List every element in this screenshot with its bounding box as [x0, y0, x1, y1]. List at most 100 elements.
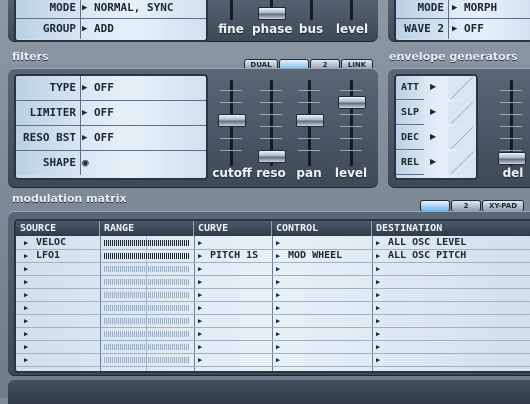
- filter-reso-bst-label: RESO BST: [16, 126, 81, 150]
- range-bar[interactable]: [104, 344, 190, 350]
- mod-matrix-table: SOURCE RANGE CURVE CONTROL DESTINATION ▶…: [14, 219, 530, 373]
- phase-fader[interactable]: [256, 0, 286, 20]
- triangle-right-icon: ▶: [276, 291, 281, 299]
- envelope-title: envelope generators: [389, 50, 518, 63]
- triangle-right-icon: ▶: [376, 317, 381, 325]
- destination-value: ALL OSC LEVEL: [388, 237, 467, 248]
- reso-fader[interactable]: [256, 80, 286, 166]
- range-bar[interactable]: [104, 266, 190, 272]
- triangle-right-icon: ▶: [276, 343, 281, 351]
- att-curve-icon: [448, 77, 476, 99]
- osc-group-row[interactable]: GROUP ▶ ADD: [16, 19, 206, 39]
- range-bar[interactable]: [104, 331, 190, 337]
- filter-type-row[interactable]: TYPE ▶ OFF: [16, 76, 206, 101]
- osc2-wave-row[interactable]: WAVE 2 ▶ OFF: [396, 19, 530, 39]
- bus-label: bus: [298, 22, 324, 36]
- osc2-mode-value: MORPH: [464, 1, 498, 14]
- slp-button[interactable]: SLP: [396, 101, 424, 125]
- triangle-right-icon: ▶: [430, 157, 437, 166]
- triangle-right-icon: ▶: [376, 304, 381, 312]
- bus-fader[interactable]: [296, 0, 326, 20]
- level-fader-filter[interactable]: [336, 80, 366, 166]
- triangle-right-icon: ▶: [198, 265, 203, 273]
- dec-curve-icon: [448, 127, 476, 149]
- filter-shape-label: SHAPE: [16, 151, 81, 175]
- envelope-display: ATT SLP DEC REL ▶ ▶ ▶ ▶: [394, 74, 478, 180]
- osc-mode-row[interactable]: MODE ▶ NORMAL, SYNC: [16, 0, 206, 19]
- rel-button[interactable]: REL: [396, 151, 424, 175]
- range-bar[interactable]: [104, 357, 190, 363]
- mod-matrix-row[interactable]: ▶ ▶ ▶ ▶: [16, 276, 530, 289]
- triangle-right-icon: ▶: [276, 304, 281, 312]
- control-value: MOD WHEEL: [288, 250, 343, 261]
- eye-icon: ◉: [82, 156, 89, 169]
- mod-matrix-row[interactable]: ▶ ▶ ▶ ▶: [16, 263, 530, 276]
- oscillator-panel: MODE ▶ NORMAL, SYNC GROUP ▶ ADD fine pha…: [8, 0, 378, 42]
- filter-settings-display: TYPE ▶ OFF LIMITER ▶ OFF RESO BST ▶ OFF …: [14, 74, 208, 180]
- triangle-right-icon: ▶: [376, 252, 381, 260]
- att-button[interactable]: ATT: [396, 76, 424, 100]
- col-header-source: SOURCE: [16, 221, 100, 236]
- dec-button[interactable]: DEC: [396, 126, 424, 150]
- col-header-control: CONTROL: [272, 221, 372, 236]
- synth-window: MODE ▶ NORMAL, SYNC GROUP ▶ ADD fine pha…: [0, 0, 530, 404]
- triangle-right-icon: ▶: [24, 252, 29, 260]
- mod-matrix-row[interactable]: ▶ ▶ ▶ ▶: [16, 302, 530, 315]
- filter-type-label: TYPE: [16, 76, 81, 100]
- triangle-right-icon: ▶: [430, 107, 437, 116]
- col-header-curve: CURVE: [194, 221, 272, 236]
- triangle-right-icon: ▶: [24, 317, 29, 325]
- triangle-right-icon: ▶: [24, 330, 29, 338]
- filter-limiter-row[interactable]: LIMITER ▶ OFF: [16, 101, 206, 126]
- level-label-filter: level: [334, 166, 368, 180]
- range-bar[interactable]: [104, 318, 190, 324]
- osc-settings-display: MODE ▶ NORMAL, SYNC GROUP ▶ ADD: [14, 0, 208, 42]
- range-bar[interactable]: [104, 305, 190, 311]
- triangle-right-icon: ▶: [198, 317, 203, 325]
- triangle-right-icon: ▶: [24, 343, 29, 351]
- triangle-right-icon: ▶: [376, 330, 381, 338]
- triangle-right-icon: ▶: [198, 304, 203, 312]
- filter-reso-bst-row[interactable]: RESO BST ▶ OFF: [16, 126, 206, 151]
- triangle-right-icon: ▶: [82, 108, 88, 118]
- envelope-panel: ATT SLP DEC REL ▶ ▶ ▶ ▶ del: [388, 68, 530, 188]
- mod-matrix-row[interactable]: ▶ ▶ ▶ ▶: [16, 315, 530, 328]
- fine-fader[interactable]: [216, 0, 246, 20]
- range-bar[interactable]: [104, 292, 190, 298]
- triangle-right-icon: ▶: [276, 252, 281, 260]
- osc-group-value: ADD: [94, 22, 114, 35]
- mod-matrix-row[interactable]: ▶ VELOC ▶ ▶ ▶ ALL OSC LEVEL: [16, 237, 530, 250]
- pan-fader[interactable]: [294, 80, 324, 166]
- mod-matrix-row[interactable]: ▶ ▶ ▶ ▶: [16, 341, 530, 354]
- triangle-right-icon: ▶: [430, 132, 437, 141]
- triangle-right-icon: ▶: [376, 291, 381, 299]
- mod-matrix-row[interactable]: ▶ LFO1 ▶ PITCH 1S ▶ MOD WHEEL ▶ ALL OSC PITCH: [16, 250, 530, 263]
- bottom-bar: [8, 380, 530, 404]
- oscillator2-panel: MODE ▶ MORPH WAVE 2 ▶ OFF: [388, 0, 530, 42]
- triangle-right-icon: ▶: [430, 82, 437, 91]
- range-bar[interactable]: [104, 240, 190, 246]
- mod-matrix-row[interactable]: ▶ ▶ ▶ ▶: [16, 289, 530, 302]
- filter-shape-row[interactable]: SHAPE ◉: [16, 151, 206, 175]
- fine-label: fine: [218, 22, 244, 36]
- triangle-right-icon: ▶: [82, 3, 88, 13]
- mod-matrix-row[interactable]: ▶ ▶ ▶ ▶: [16, 328, 530, 341]
- osc2-mode-row[interactable]: MODE ▶ MORPH: [396, 0, 530, 19]
- level-fader-osc[interactable]: [336, 0, 366, 20]
- triangle-right-icon: ▶: [198, 356, 203, 364]
- triangle-right-icon: ▶: [276, 278, 281, 286]
- triangle-right-icon: ▶: [198, 330, 203, 338]
- triangle-right-icon: ▶: [276, 239, 281, 247]
- cutoff-fader[interactable]: [216, 80, 246, 166]
- triangle-right-icon: ▶: [198, 252, 203, 260]
- triangle-right-icon: ▶: [376, 343, 381, 351]
- triangle-right-icon: ▶: [198, 291, 203, 299]
- range-bar[interactable]: [104, 279, 190, 285]
- del-fader[interactable]: [496, 80, 526, 166]
- triangle-right-icon: ▶: [198, 278, 203, 286]
- osc-group-label: GROUP: [16, 19, 81, 39]
- range-bar[interactable]: [104, 253, 190, 259]
- triangle-right-icon: ▶: [276, 317, 281, 325]
- mod-matrix-row[interactable]: ▶ ▶ ▶ ▶: [16, 354, 530, 367]
- mod-matrix-title: modulation matrix: [12, 192, 127, 205]
